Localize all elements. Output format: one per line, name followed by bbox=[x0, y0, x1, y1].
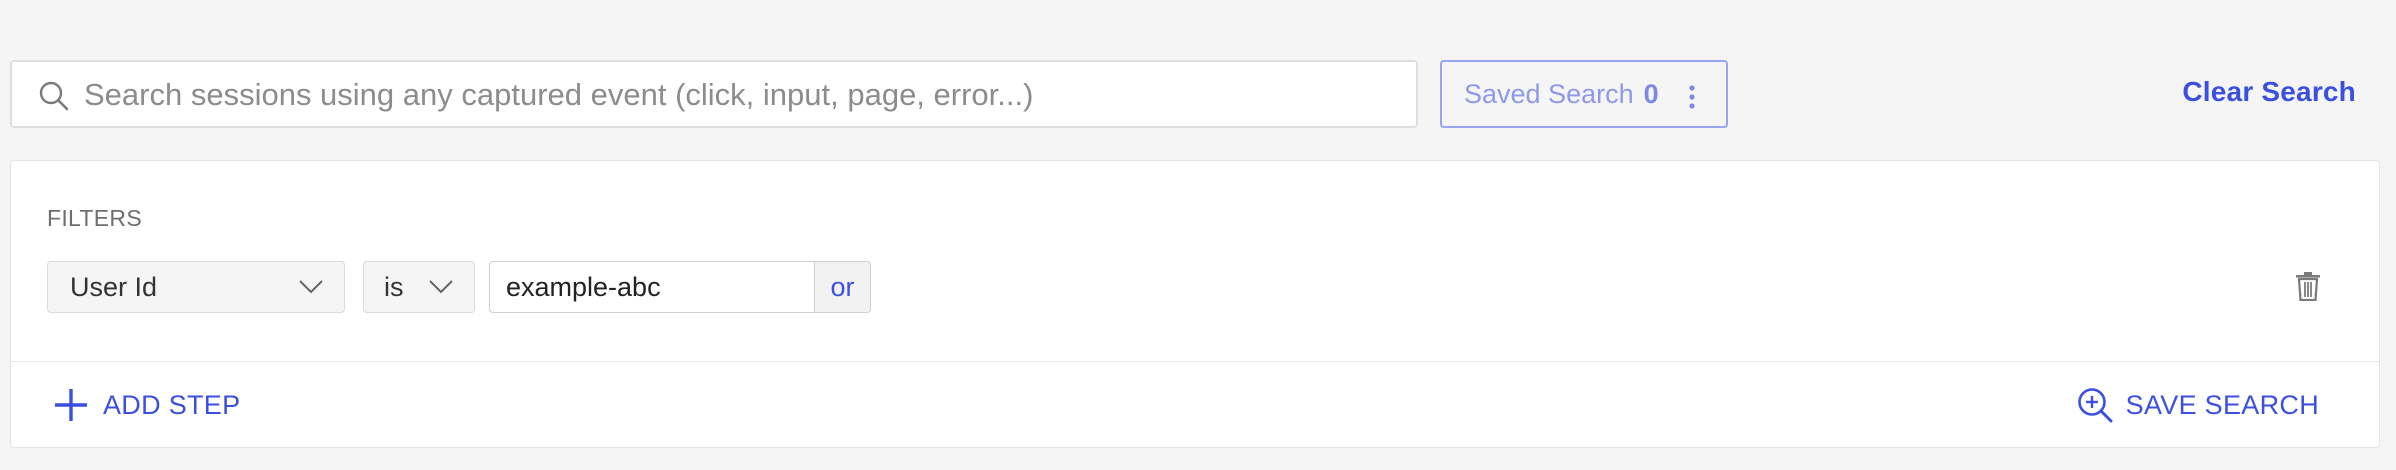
filter-value-input[interactable] bbox=[489, 261, 815, 313]
divider bbox=[11, 361, 2379, 362]
filter-field-value: User Id bbox=[70, 272, 158, 302]
saved-search-count: 0 bbox=[1643, 78, 1659, 109]
filter-field-select[interactable]: User Id bbox=[47, 261, 345, 313]
filter-operator-value: is bbox=[384, 272, 404, 302]
filters-panel: FILTERS User Id is or ADD STEP bbox=[10, 160, 2380, 448]
filters-heading: FILTERS bbox=[47, 205, 142, 231]
search-box[interactable] bbox=[10, 60, 1418, 128]
plus-icon bbox=[55, 389, 87, 421]
search-bar: Saved Search 0 Clear Search bbox=[0, 0, 2396, 150]
saved-search-button[interactable]: Saved Search 0 bbox=[1440, 60, 1728, 128]
save-search-label: SAVE SEARCH bbox=[2125, 389, 2319, 420]
saved-search-label: Saved Search bbox=[1464, 78, 1634, 109]
trash-icon[interactable] bbox=[2295, 271, 2321, 301]
chevron-down-icon bbox=[429, 280, 453, 294]
zoom-in-icon bbox=[2077, 388, 2113, 423]
or-button[interactable]: or bbox=[815, 261, 871, 313]
chevron-down-icon bbox=[299, 280, 323, 294]
search-icon bbox=[39, 81, 69, 111]
search-input[interactable] bbox=[82, 68, 1406, 122]
kebab-icon[interactable] bbox=[1688, 84, 1696, 110]
filter-operator-select[interactable]: is bbox=[363, 261, 475, 313]
save-search-button[interactable]: SAVE SEARCH bbox=[2076, 385, 2319, 425]
add-step-button[interactable]: ADD STEP bbox=[53, 385, 240, 425]
add-step-label: ADD STEP bbox=[103, 389, 241, 420]
clear-search-button[interactable]: Clear Search bbox=[2182, 76, 2356, 108]
